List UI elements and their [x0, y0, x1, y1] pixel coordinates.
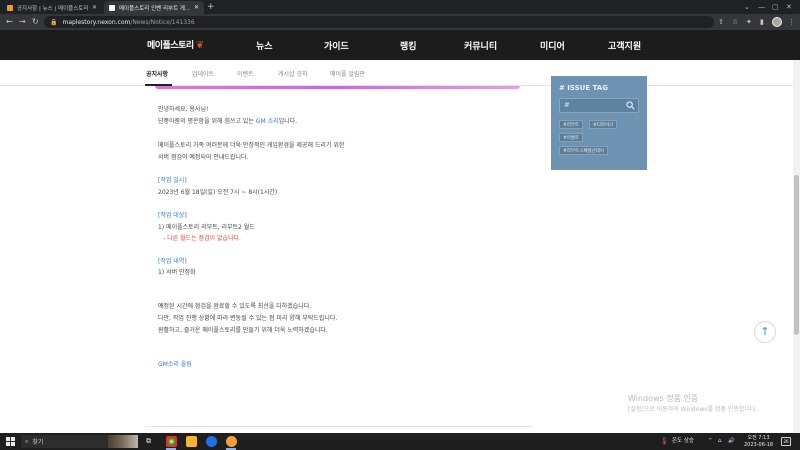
section-heading: [작업 일시] — [158, 177, 187, 184]
tab-update[interactable]: 업데이트 — [192, 69, 214, 78]
bookmark-star-icon[interactable]: ☆ — [732, 14, 738, 30]
gm-link[interactable]: GM 소리 — [256, 118, 279, 125]
tab-maple-board[interactable]: 메이플 알림판 — [330, 69, 365, 78]
nav-media[interactable]: 미디어 — [540, 39, 565, 52]
search-placeholder: # — [564, 101, 570, 109]
menu-kebab-icon[interactable]: ⋮ — [788, 14, 795, 30]
thermometer-icon: 🌡 — [660, 437, 669, 445]
search-icon: ⌕ — [25, 437, 29, 445]
taskbar-clock[interactable]: 오전 7:13 2023-06-18 — [744, 435, 773, 448]
address-bar[interactable]: 🔒 maplestory.nexon.com/News/Notice/14133… — [44, 16, 714, 28]
browser-tab-active[interactable]: 메이플스토리 인벤 리부트 게시판 ✕ — [104, 1, 204, 14]
tag-chip[interactable]: #리부트 — [559, 120, 584, 129]
signoff-text: GM소리 올림 — [158, 361, 192, 368]
weather-text[interactable]: 온도 상승 — [672, 433, 694, 450]
closing-text: 다만, 작업 진행 상황에 따라 변동될 수 있는 점 미리 양해 부탁드립니다… — [158, 315, 338, 322]
tab-title: 공지사항 | 뉴스 | 메이플스토리 — [17, 5, 89, 12]
forward-icon[interactable]: → — [19, 14, 26, 30]
close-icon[interactable]: ✕ — [194, 4, 199, 11]
windows-start-icon[interactable] — [6, 437, 15, 446]
share-icon[interactable]: ⇪ — [718, 14, 724, 30]
issue-tag-widget: # ISSUE TAG # #리부트 #디파이너 #이벤트 #리부트스페셜선데이 — [551, 76, 647, 170]
extensions-icon[interactable]: ✦ — [746, 14, 752, 30]
section-body: 1) 서버 안정화 — [158, 269, 196, 276]
url-text: maplestory.nexon.com/News/Notice/141336 — [62, 18, 195, 26]
lock-icon: 🔒 — [50, 18, 58, 26]
new-tab-icon[interactable]: + — [207, 1, 215, 13]
back-icon[interactable]: ← — [6, 14, 13, 30]
tag-chip[interactable]: #리부트스페셜선데이 — [559, 146, 609, 155]
paragraph-text: 서버 점검이 예정되어 안내드립니다. — [158, 154, 249, 161]
browser-toolbar: ← → ↻ 🔒 maplestory.nexon.com/News/Notice… — [0, 14, 800, 30]
scrollbar-thumb[interactable] — [794, 175, 799, 335]
intro-text: 단풍아줌의 평온함을 위해 힘쓰고 있는 GM 소리입니다. — [158, 118, 298, 125]
site-header: 메이플스토리 ❦ 뉴스 가이드 랭킹 커뮤니티 미디어 고객지원 — [0, 30, 800, 60]
notification-center-icon[interactable]: 26 — [781, 437, 791, 446]
closing-text: 예정된 시간에 점검을 완료할 수 있도록 최선을 다하겠습니다. — [158, 303, 312, 310]
tray-overflow-icon[interactable]: ⌃ — [708, 433, 713, 450]
nav-guide[interactable]: 가이드 — [324, 39, 349, 52]
tab-event[interactable]: 이벤트 — [237, 69, 254, 78]
activation-watermark-title: Windows 정품 인증 — [628, 394, 699, 403]
tag-chip[interactable]: #이벤트 — [559, 133, 584, 142]
arrow-up-icon: ↑ — [760, 325, 770, 338]
nav-news[interactable]: 뉴스 — [256, 39, 273, 52]
close-icon[interactable]: ✕ — [92, 4, 97, 11]
app-icon[interactable] — [206, 436, 217, 447]
greeting-text: 안녕하세요, 용사님! — [158, 106, 209, 113]
minimize-icon[interactable]: — — [758, 0, 765, 14]
browser-tab[interactable]: 공지사항 | 뉴스 | 메이플스토리 ✕ — [2, 1, 102, 14]
section-body: 1) 메이플스토리 리부트, 리부트2 월드 — [158, 224, 255, 231]
issue-tag-search-input[interactable]: # — [559, 98, 639, 113]
notification-count: 26 — [783, 439, 789, 444]
maplestory-app-icon[interactable] — [226, 436, 237, 447]
section-note: - 다른 월드는 점검이 없습니다. — [163, 235, 241, 242]
search-highlight-art — [108, 435, 138, 448]
tab-notice[interactable]: 공지사항 — [146, 69, 168, 78]
chrome-icon[interactable] — [166, 436, 177, 447]
article-divider — [145, 426, 533, 427]
network-icon[interactable]: ⌂ — [718, 433, 722, 450]
notice-banner — [155, 86, 520, 89]
maximize-icon[interactable]: ▢ — [772, 0, 779, 14]
nav-community[interactable]: 커뮤니티 — [464, 39, 497, 52]
chevron-down-icon[interactable]: ⌄ — [744, 0, 750, 14]
window-close-icon[interactable]: ✕ — [786, 0, 792, 14]
activation-watermark-text: [설정]으로 이동하여 Windows를 정품 인증합니다. — [628, 406, 758, 413]
search-label: 찾기 — [32, 439, 44, 446]
tag-chip[interactable]: #디파이너 — [589, 120, 618, 129]
reload-icon[interactable]: ↻ — [32, 14, 39, 30]
paragraph-text: 메이플스토리 가족 여러분께 더욱 안정적인 게임환경을 제공해 드리기 위한 — [158, 142, 345, 149]
tab-cashshop-notice[interactable]: 캐시샵 공지 — [278, 69, 308, 78]
clock-time: 오전 7:13 — [747, 435, 770, 441]
maplestory-favicon-icon — [7, 4, 13, 11]
section-body: 2023년 6월 18일(일) 오전 7시 ~ 8시(1시간) — [158, 189, 278, 196]
closing-text: 원활하고, 즐거운 메이플스토리를 만들기 위해 더욱 노력하겠습니다. — [158, 327, 328, 334]
site-logo[interactable]: 메이플스토리 ❦ — [147, 38, 204, 51]
volume-icon[interactable]: 🔊 — [728, 433, 735, 450]
section-heading: [작업 내역] — [158, 258, 187, 265]
tab-title: 메이플스토리 인벤 리부트 게시판 — [119, 5, 191, 12]
maple-leaf-icon: ❦ — [195, 40, 204, 51]
sidepanel-icon[interactable]: ▮ — [760, 14, 764, 30]
clock-date: 2023-06-18 — [744, 441, 774, 448]
task-view-icon[interactable]: ⧉ — [146, 433, 151, 450]
scroll-top-button[interactable]: ↑ — [754, 321, 776, 343]
windows-taskbar: ⌕ 찾기 ⧉ 🌡 온도 상승 ⌃ ⌂ 🔊 오전 7:13 2023-06-18 … — [0, 433, 800, 450]
nav-support[interactable]: 고객지원 — [608, 39, 641, 52]
section-heading: [작업 대상] — [158, 212, 187, 219]
issue-tag-title: # ISSUE TAG — [559, 84, 608, 92]
profile-avatar[interactable] — [772, 17, 782, 27]
nav-ranking[interactable]: 랭킹 — [400, 39, 417, 52]
file-explorer-icon[interactable] — [186, 436, 197, 447]
search-icon[interactable] — [626, 101, 635, 110]
browser-tab-strip: 공지사항 | 뉴스 | 메이플스토리 ✕ 메이플스토리 인벤 리부트 게시판 ✕… — [0, 0, 800, 14]
inven-favicon-icon — [109, 4, 115, 11]
sub-navigation: 공지사항 업데이트 이벤트 캐시샵 공지 메이플 알림판 — [0, 60, 800, 86]
